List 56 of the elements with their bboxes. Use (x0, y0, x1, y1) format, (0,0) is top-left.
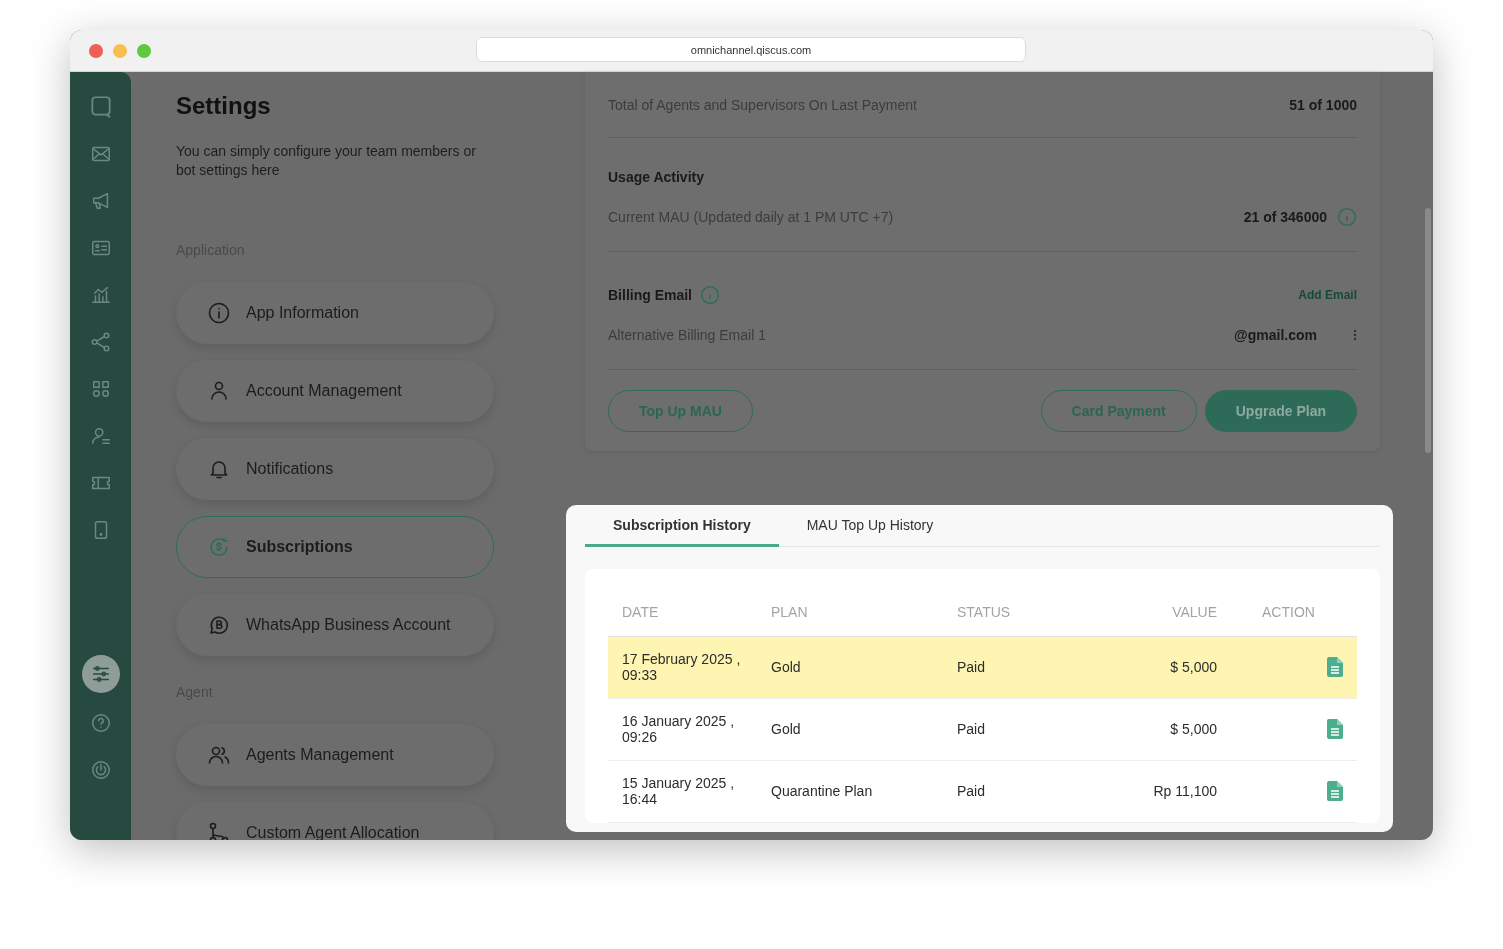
document-icon[interactable] (1327, 781, 1343, 801)
status-cell-text: Paid (956, 721, 987, 737)
action-button[interactable]: Upgrade Plan (1204, 390, 1357, 432)
rail-button[interactable] (81, 655, 120, 693)
user-list-icon (89, 425, 112, 447)
window-control-icon[interactable] (137, 43, 151, 58)
window-control-icon[interactable] (89, 43, 103, 58)
document-icon[interactable] (1327, 719, 1343, 739)
page-title: Settings (176, 92, 272, 120)
add-email-link[interactable]: Add Email (1298, 288, 1357, 302)
value-cell-text: $ 5,000 (1169, 721, 1217, 737)
date-cell-text: 17 February 2025 , 09:33 (621, 651, 742, 683)
more-icon[interactable] (1353, 329, 1357, 341)
status-cell-text: Paid (956, 783, 987, 799)
settings-menu-item[interactable]: Agents Management (176, 724, 494, 786)
table-row[interactable]: 17 February 2025 , 09:33 Gold Paid $ 5,000 (608, 636, 1357, 699)
plan-cell-text: Quarantine Plan (770, 783, 874, 799)
column-header: DATE (621, 604, 660, 620)
bar-chart-icon (89, 284, 112, 306)
scrollbar[interactable] (1425, 208, 1431, 453)
row-value: 21 of 346000 (1243, 209, 1327, 225)
date-cell-text: 15 January 2025 , 16:44 (621, 775, 736, 807)
column-header: VALUE (1171, 604, 1217, 620)
settings-menu-item[interactable]: Notifications (176, 438, 494, 500)
help-icon (89, 712, 112, 734)
table-row[interactable]: 15 January 2025 , 16:44 Quarantine Plan Paid Rp 11,100 (608, 760, 1357, 823)
settings-menu-item[interactable]: WhatsApp Business Account (176, 594, 494, 656)
tab[interactable]: MAU Top Up History (778, 505, 962, 547)
row-value: @gmail.com (1234, 327, 1317, 343)
section-heading: Billing Email (608, 287, 692, 303)
settings-menu-item[interactable]: Account Management (176, 360, 494, 422)
plan-cell-text: Gold (770, 721, 802, 737)
date-cell-text: 16 January 2025 , 09:26 (621, 713, 736, 745)
column-header: STATUS (956, 604, 1012, 620)
document-icon[interactable] (1327, 657, 1343, 677)
dollar-refresh-icon (207, 535, 231, 559)
column-header: ACTION (1261, 604, 1316, 620)
flow-branch-icon (207, 821, 231, 840)
address-bar[interactable]: omnichannel.qiscus.com (476, 37, 1026, 62)
settings-menu-item[interactable]: App Information (176, 282, 494, 344)
power-icon (89, 759, 112, 781)
settings-menu-item[interactable]: Subscriptions (176, 516, 494, 578)
chat-b-icon (207, 613, 231, 637)
plan-cell-text: Gold (770, 659, 802, 675)
table-row[interactable]: 16 January 2025 , 09:26 Gold Paid $ 5,000 (608, 698, 1357, 761)
value-cell-text: Rp 11,100 (1152, 783, 1217, 799)
info-icon (207, 301, 231, 325)
share-nodes-icon (89, 331, 112, 353)
status-cell-text: Paid (956, 659, 987, 675)
section-heading: Usage Activity (608, 169, 704, 185)
window-control-icon[interactable] (113, 43, 127, 58)
tab[interactable]: Subscription History (585, 505, 779, 547)
column-header: PLAN (770, 604, 809, 620)
page-description: You can simply configure your team members or bot settings here (176, 142, 477, 180)
value-cell-text: $ 5,000 (1169, 659, 1217, 675)
row-value: 51 of 1000 (1289, 97, 1357, 113)
